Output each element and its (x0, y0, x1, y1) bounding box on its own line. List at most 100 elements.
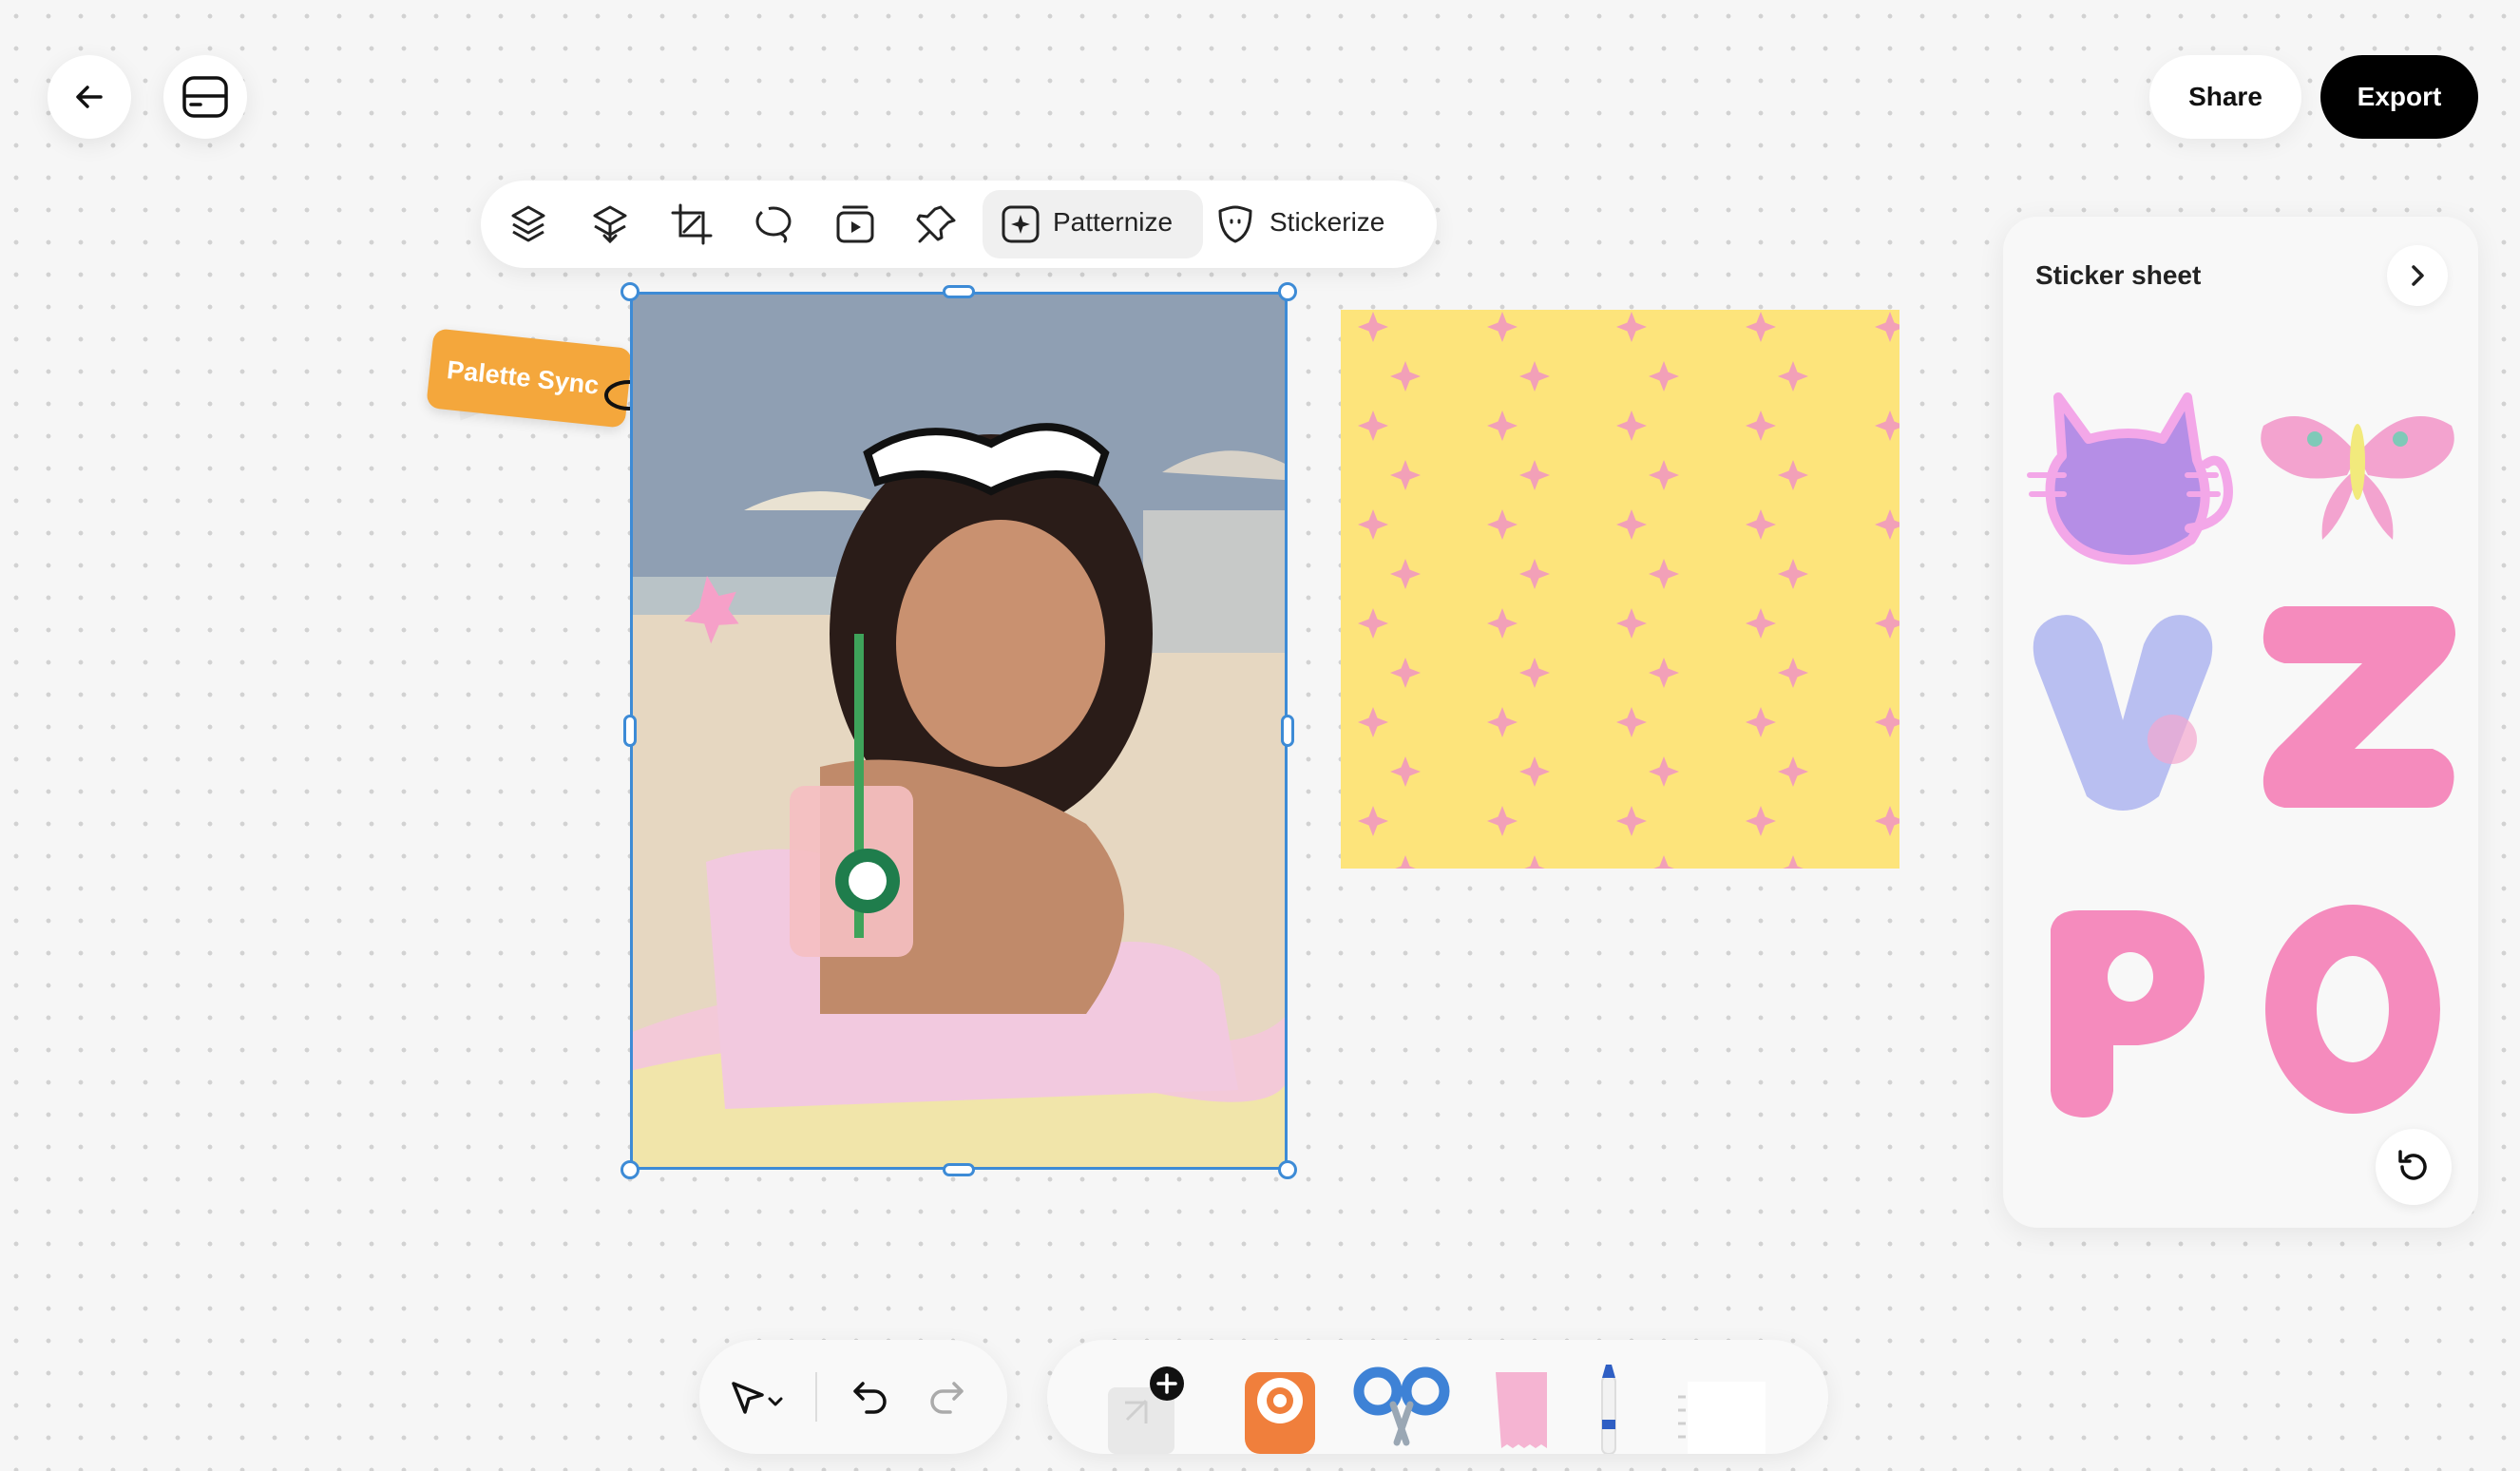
resize-handle-right[interactable] (1281, 715, 1294, 747)
pattern-star (1358, 608, 1388, 639)
pattern-star (1746, 312, 1776, 342)
redo-icon[interactable] (927, 1378, 965, 1416)
add-photo-tool[interactable] (1102, 1363, 1184, 1454)
stickerize-label: Stickerize (1270, 207, 1385, 237)
back-button[interactable] (48, 55, 131, 139)
patternize-label: Patternize (1053, 207, 1174, 237)
pattern-star (1616, 509, 1647, 540)
toolbar-divider (815, 1372, 817, 1422)
selection-frame (630, 292, 1288, 1170)
resize-handle-bottom-left[interactable] (620, 1160, 640, 1179)
pin-icon[interactable] (916, 203, 958, 245)
pattern-star (1519, 559, 1550, 589)
animate-icon[interactable] (834, 203, 876, 245)
pattern-star (1649, 361, 1679, 392)
pattern-star (1778, 756, 1808, 787)
pattern-star (1616, 411, 1647, 441)
pattern-star (1487, 608, 1518, 639)
scissors-tool[interactable] (1349, 1363, 1454, 1454)
pattern-star (1519, 658, 1550, 688)
pattern-star (1875, 707, 1905, 737)
crop-icon[interactable] (671, 203, 713, 245)
pattern-star (1358, 411, 1388, 441)
pattern-star (1519, 361, 1550, 392)
sticker-letter-z[interactable]: Z (2256, 597, 2461, 812)
pattern-star (1390, 361, 1421, 392)
pattern-star (1487, 806, 1518, 836)
sticker-sheet-panel: Sticker sheet V Z P O (2003, 217, 2478, 1228)
resize-handle-top-right[interactable] (1278, 282, 1297, 301)
pattern-star (1746, 411, 1776, 441)
pattern-star (1778, 460, 1808, 490)
pattern-star (1649, 855, 1679, 886)
pattern-star (1487, 312, 1518, 342)
pattern-star (1875, 312, 1905, 342)
refresh-icon (2398, 1150, 2427, 1180)
pattern-star (1358, 806, 1388, 836)
pattern-star (1616, 312, 1647, 342)
pattern-star (1390, 855, 1421, 886)
pattern-star (1778, 361, 1808, 392)
arrow-left-icon (76, 86, 103, 108)
pattern-star (1649, 559, 1679, 589)
undo-icon[interactable] (851, 1378, 889, 1416)
pattern-star (1746, 806, 1776, 836)
pattern-star (1358, 707, 1388, 737)
pattern-star (1390, 658, 1421, 688)
craft-tools-bar (1047, 1340, 1828, 1454)
pattern-star (1390, 559, 1421, 589)
resize-handle-bottom-right[interactable] (1278, 1160, 1297, 1179)
pattern-star (1778, 855, 1808, 886)
sticker-letter-o[interactable]: O (2258, 897, 2448, 1119)
share-button[interactable]: Share (2149, 55, 2301, 139)
marker-tool[interactable] (1594, 1363, 1623, 1454)
resize-handle-top-left[interactable] (620, 282, 640, 301)
pattern-star (1358, 509, 1388, 540)
sticker-sheet-next-button[interactable] (2387, 245, 2448, 306)
sticker-cat[interactable] (2020, 369, 2241, 576)
pattern-star (1358, 312, 1388, 342)
pattern-star (1746, 608, 1776, 639)
pointer-select-icon[interactable] (728, 1378, 791, 1420)
star-pattern-tile[interactable] (1341, 310, 2454, 886)
pattern-star (1875, 806, 1905, 836)
sticker-letter-p[interactable]: P (2032, 901, 2212, 1125)
pattern-star (1487, 509, 1518, 540)
layers-toggle-icon (182, 76, 228, 118)
pattern-star (1649, 658, 1679, 688)
chevron-right-icon (2412, 265, 2424, 286)
resize-handle-left[interactable] (623, 715, 637, 747)
pattern-star (1519, 855, 1550, 886)
pattern-star (1487, 411, 1518, 441)
pattern-star (1519, 460, 1550, 490)
sticker-moth[interactable] (2252, 388, 2463, 551)
pattern-star (1778, 658, 1808, 688)
patternize-icon (1002, 205, 1040, 243)
pattern-star (1390, 756, 1421, 787)
remove-background-icon[interactable] (589, 203, 631, 245)
export-button[interactable]: Export (2320, 55, 2478, 139)
pattern-star (1746, 509, 1776, 540)
star-pattern (1358, 312, 2454, 886)
refresh-stickers-button[interactable] (2376, 1129, 2452, 1205)
pattern-star (1616, 806, 1647, 836)
sticker-sheet-title: Sticker sheet (2035, 260, 2202, 290)
note-paper-tool[interactable] (1674, 1378, 1769, 1454)
stickerize-icon[interactable] (1214, 203, 1256, 245)
pattern-star (1875, 509, 1905, 540)
layers-button[interactable] (163, 55, 247, 139)
pattern-star (1519, 756, 1550, 787)
hole-punch-tool[interactable] (1239, 1363, 1321, 1454)
resize-handle-bottom[interactable] (943, 1163, 975, 1176)
lift-subject-icon[interactable] (507, 203, 549, 245)
pattern-star (1875, 608, 1905, 639)
pattern-star (1746, 707, 1776, 737)
lasso-icon[interactable] (753, 203, 794, 245)
washi-tape-tool[interactable] (1492, 1363, 1551, 1454)
resize-handle-top[interactable] (943, 285, 975, 298)
pattern-star (1649, 756, 1679, 787)
pattern-star (1487, 707, 1518, 737)
sticker-letter-v[interactable]: V (2020, 597, 2225, 821)
pattern-star (1649, 460, 1679, 490)
pattern-star (1616, 707, 1647, 737)
